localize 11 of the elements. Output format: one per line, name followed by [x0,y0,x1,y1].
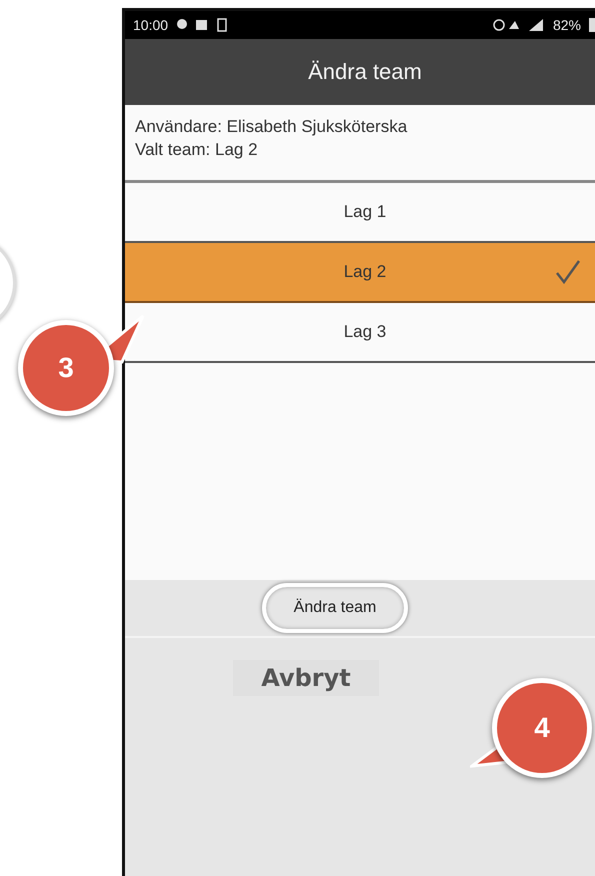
team-label: Valt team: Lag 2 [135,140,259,160]
user-label: Användare: Elisabeth Sjuksköterska [135,117,408,137]
status-icons [492,18,545,32]
team-item[interactable]: Lag 2 [125,243,595,303]
battery-icon [589,18,595,32]
cancel-button[interactable]: Avbryt [233,660,379,696]
screen-title: Ändra team [308,59,422,85]
battery-percent: 82% [552,17,581,33]
change-team-button[interactable]: Ändra team [262,583,408,633]
status-time: 10:00 [133,17,168,33]
check-icon [555,259,581,285]
